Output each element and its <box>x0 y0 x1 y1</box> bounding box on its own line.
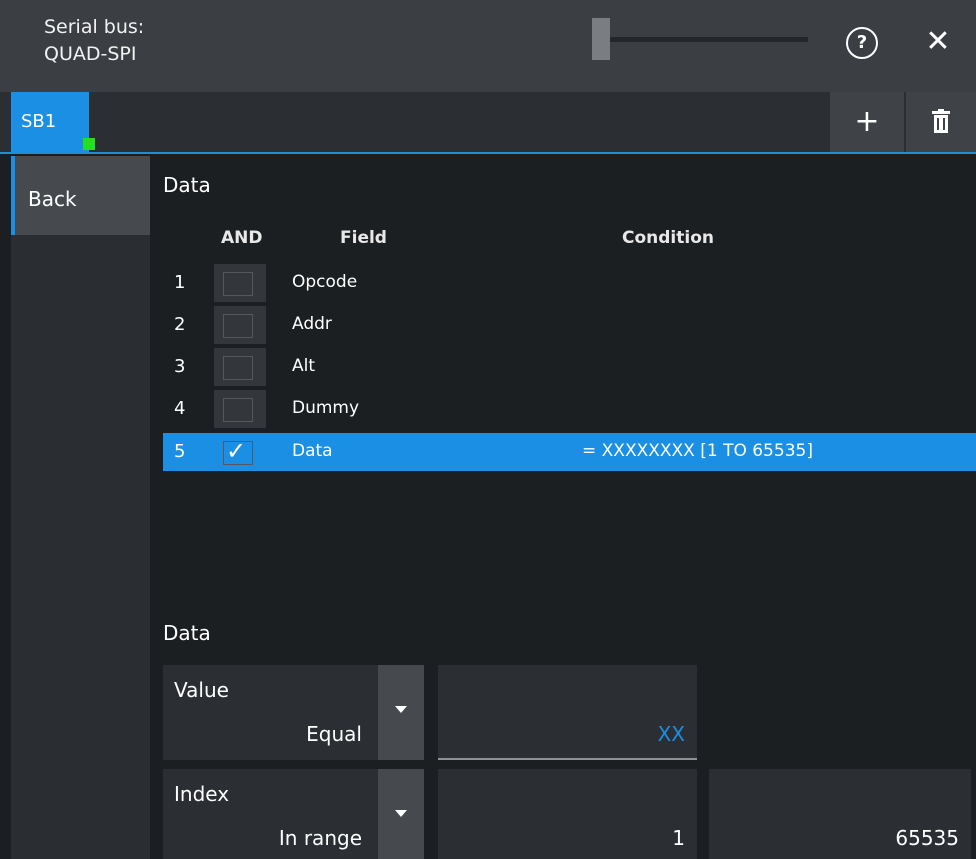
title-line-2: QUAD-SPI <box>44 43 137 65</box>
value-label: Value <box>174 678 229 702</box>
trash-icon <box>932 109 950 133</box>
field-name: Dummy <box>292 398 360 418</box>
title-line-1: Serial bus: <box>44 16 145 38</box>
and-checkbox[interactable] <box>214 390 266 428</box>
row-number: 3 <box>174 356 186 377</box>
checkbox-box <box>223 398 253 422</box>
field-condition: = XXXXXXXX [1 TO 65535] <box>582 441 813 461</box>
sidebar: Back <box>11 156 150 859</box>
index-operator: In range <box>278 826 362 850</box>
help-icon: ? <box>856 32 868 53</box>
and-checkbox[interactable] <box>214 306 266 344</box>
value-operator-select[interactable]: Value Equal <box>163 665 424 760</box>
settings-section-title: Data <box>163 621 211 645</box>
back-button[interactable]: Back <box>11 156 150 235</box>
data-value-input[interactable]: XX <box>438 665 697 760</box>
column-header-and: AND <box>221 228 263 248</box>
table-row-selected[interactable]: 5 ✓ Data = XXXXXXXX [1 TO 65535] <box>163 433 976 471</box>
and-checkbox[interactable] <box>214 264 266 302</box>
table-row[interactable]: 2 Addr <box>163 306 976 344</box>
and-checkbox[interactable] <box>214 348 266 386</box>
and-checkbox[interactable]: ✓ <box>214 433 266 471</box>
index-to-field[interactable]: 65535 <box>709 769 971 859</box>
title-bar: Serial bus: QUAD-SPI ? ✕ <box>0 0 976 92</box>
index-from-value: 1 <box>672 826 685 850</box>
data-value: XX <box>657 722 685 746</box>
plus-icon: + <box>854 104 880 139</box>
field-name: Opcode <box>292 272 358 292</box>
index-label: Index <box>174 782 230 806</box>
checkmark-icon: ✓ <box>226 437 247 465</box>
add-bus-button[interactable]: + <box>830 92 904 152</box>
value-dropdown-button[interactable] <box>378 665 424 760</box>
row-number: 1 <box>174 272 186 293</box>
index-operator-select[interactable]: Index In range <box>163 769 424 859</box>
row-number: 4 <box>174 398 186 419</box>
checkbox-box <box>223 356 253 380</box>
index-from-field[interactable]: 1 <box>438 769 697 859</box>
chevron-down-icon <box>395 810 407 817</box>
checkbox-box <box>223 272 253 296</box>
column-header-condition: Condition <box>622 228 714 248</box>
field-name: Addr <box>292 314 332 334</box>
chevron-down-icon <box>395 706 407 713</box>
data-section-title: Data <box>163 173 211 197</box>
table-row[interactable]: 3 Alt <box>163 348 976 386</box>
field-name: Data <box>292 441 333 461</box>
dialog-title: Serial bus: QUAD-SPI <box>44 14 144 68</box>
help-button[interactable]: ? <box>846 27 878 59</box>
row-number: 2 <box>174 314 186 335</box>
bus-status-indicator <box>83 138 95 150</box>
transparency-slider-track[interactable] <box>610 37 808 42</box>
index-dropdown-button[interactable] <box>378 769 424 859</box>
index-to-value: 65535 <box>895 826 959 850</box>
tab-sb1[interactable]: SB1 <box>11 92 95 152</box>
close-button[interactable]: ✕ <box>920 22 956 62</box>
table-row[interactable]: 4 Dummy <box>163 390 976 428</box>
close-icon: ✕ <box>925 24 951 59</box>
delete-bus-button[interactable] <box>906 92 976 152</box>
tab-bar: SB1 + <box>0 92 976 154</box>
table-row[interactable]: 1 Opcode <box>163 264 976 302</box>
checkbox-box <box>223 314 253 338</box>
column-header-field: Field <box>340 228 387 248</box>
tab-sb1-label: SB1 <box>21 111 57 132</box>
back-label: Back <box>28 187 77 211</box>
transparency-slider-handle[interactable] <box>592 18 610 60</box>
row-number: 5 <box>174 441 186 462</box>
value-operator: Equal <box>306 722 362 746</box>
field-name: Alt <box>292 356 316 376</box>
